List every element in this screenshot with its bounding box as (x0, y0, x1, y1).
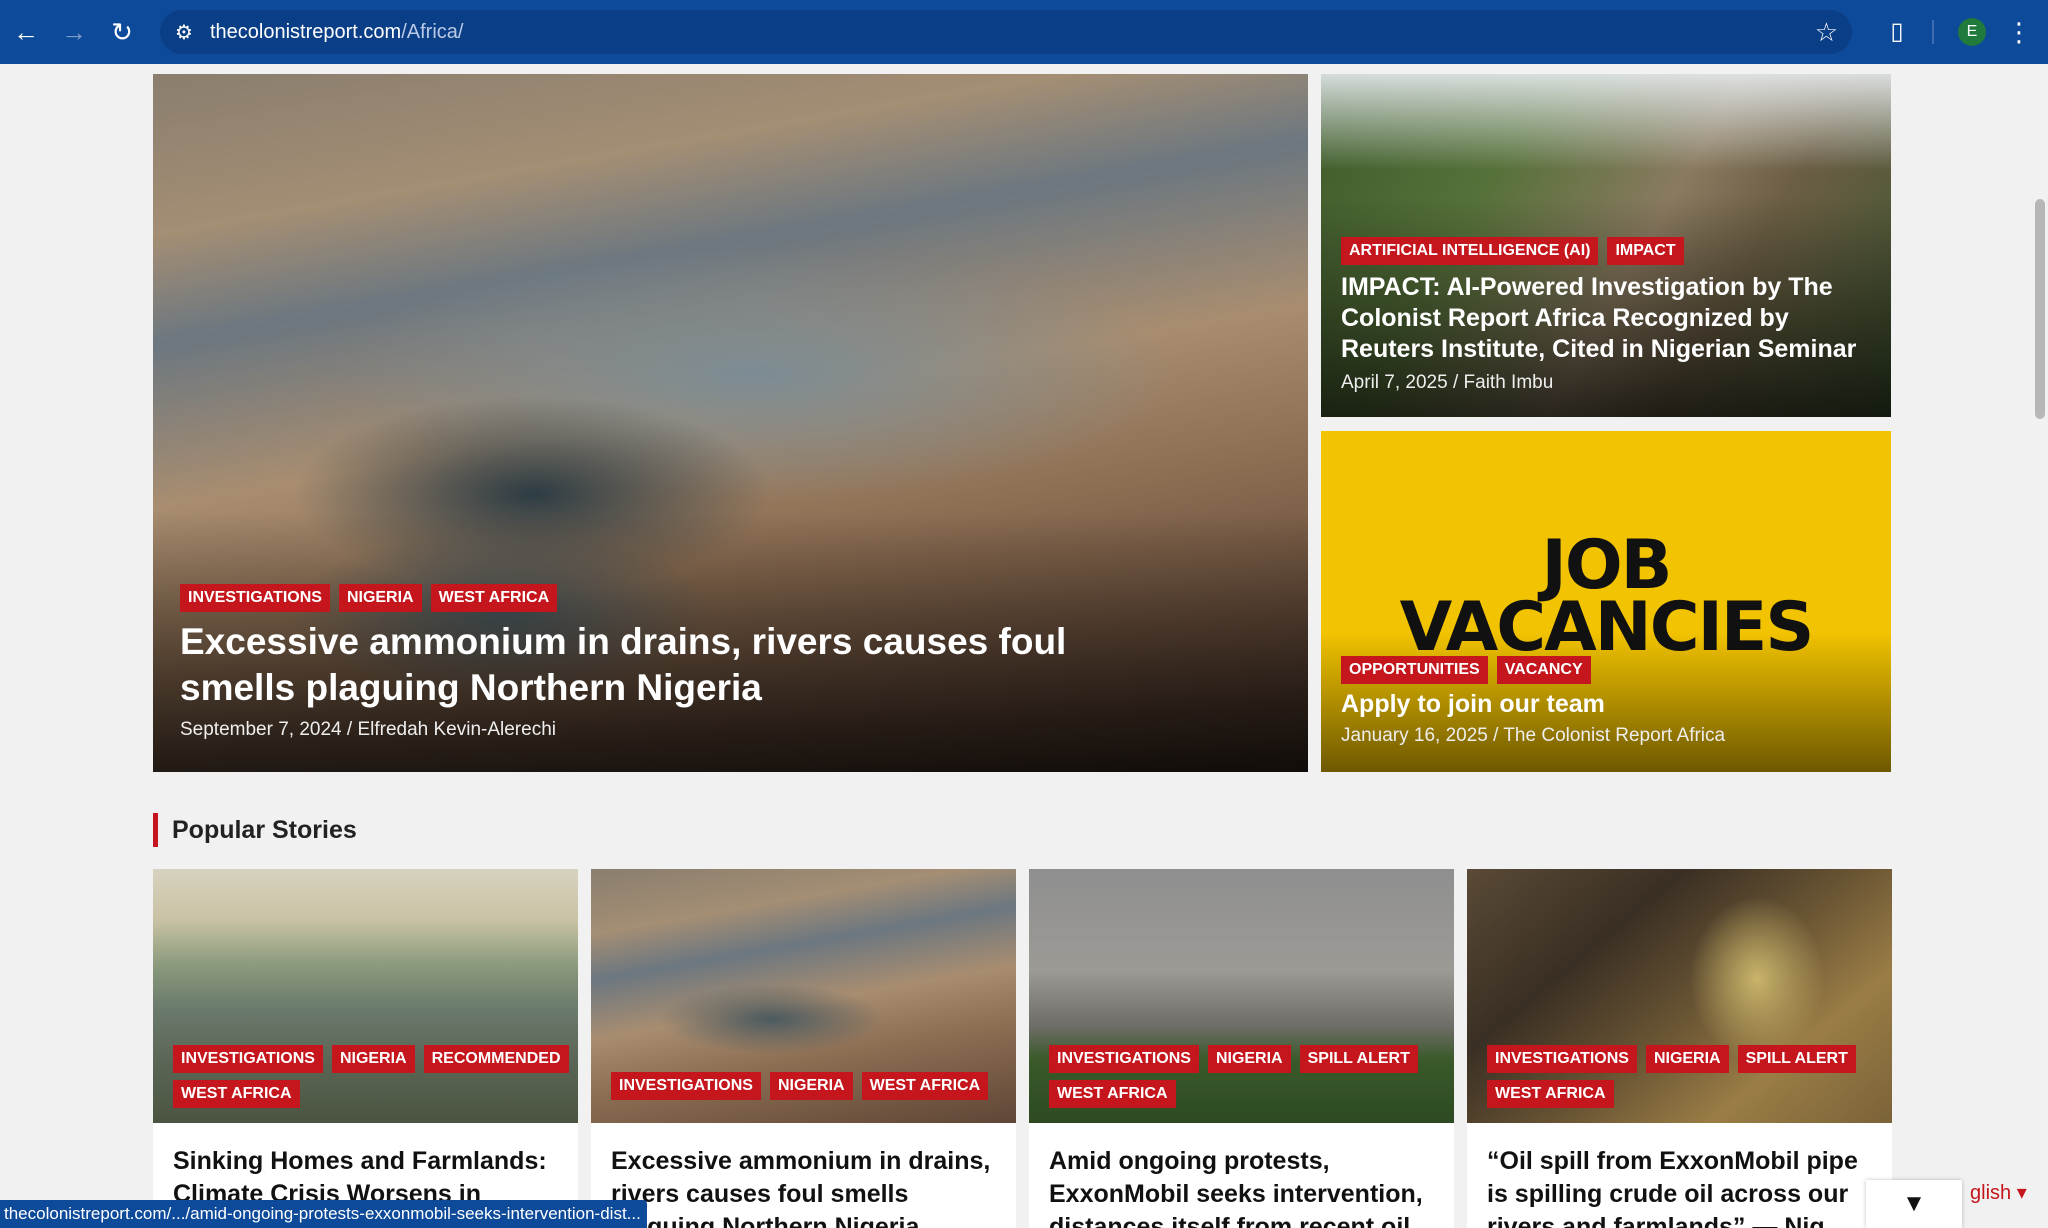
story-card[interactable]: INVESTIGATIONS NIGERIA SPILL ALERT WEST … (1029, 869, 1454, 1228)
category-tag[interactable]: RECOMMENDED (423, 1045, 569, 1073)
category-tag[interactable]: INVESTIGATIONS (1487, 1045, 1637, 1073)
tag-list: OPPORTUNITIES VACANCY (1341, 656, 1591, 684)
link-status-bar: thecolonistreport.com/.../amid-ongoing-p… (0, 1200, 647, 1228)
browser-toolbar: ← → ↻ ⚙ thecolonistreport.com/Africa/ ☆ … (0, 0, 2048, 64)
toolbar-divider (1932, 20, 1934, 44)
category-tag[interactable]: INVESTIGATIONS (180, 584, 330, 612)
story-meta: September 7, 2024 / Elfredah Kevin-Alere… (180, 719, 556, 740)
section-heading: Popular Stories (153, 813, 357, 847)
tag-list: INVESTIGATIONS NIGERIA WEST AFRICA (611, 1072, 1011, 1100)
story-title[interactable]: Amid ongoing protests, ExxonMobil seeks … (1049, 1145, 1444, 1228)
tag-list: ARTIFICIAL INTELLIGENCE (AI) IMPACT (1341, 237, 1684, 265)
story-title[interactable]: Apply to join our team (1341, 689, 1605, 719)
category-tag[interactable]: INVESTIGATIONS (1049, 1045, 1199, 1073)
category-tag[interactable]: SPILL ALERT (1299, 1045, 1418, 1073)
url-path: /Africa/ (401, 21, 464, 43)
address-bar[interactable]: ⚙ thecolonistreport.com/Africa/ ☆ (160, 10, 1852, 54)
story-card[interactable]: INVESTIGATIONS NIGERIA SPILL ALERT WEST … (1467, 869, 1892, 1228)
story-card[interactable]: INVESTIGATIONS NIGERIA WEST AFRICA Exces… (591, 869, 1016, 1228)
category-tag[interactable]: INVESTIGATIONS (611, 1072, 761, 1100)
story-meta: April 7, 2025 / Faith Imbu (1341, 372, 1554, 393)
profile-avatar[interactable]: E (1958, 18, 1986, 46)
category-tag[interactable]: NIGERIA (331, 1045, 415, 1073)
page-scrollbar[interactable] (2032, 64, 2048, 1228)
tag-list: INVESTIGATIONS NIGERIA SPILL ALERT WEST … (1487, 1045, 1887, 1108)
star-icon[interactable]: ☆ (1815, 17, 1838, 48)
category-tag[interactable]: WEST AFRICA (1049, 1080, 1176, 1108)
site-settings-icon[interactable]: ⚙ (170, 18, 198, 46)
story-title[interactable]: Excessive ammonium in drains, rivers cau… (611, 1145, 1006, 1228)
tag-list: INVESTIGATIONS NIGERIA WEST AFRICA (180, 584, 558, 612)
story-meta: January 16, 2025 / The Colonist Report A… (1341, 725, 1726, 746)
url-domain: thecolonistreport.com (210, 21, 402, 43)
category-tag[interactable]: NIGERIA (1207, 1045, 1291, 1073)
tag-list: INVESTIGATIONS NIGERIA SPILL ALERT WEST … (1049, 1045, 1449, 1108)
forward-arrow-icon[interactable]: → (54, 12, 94, 52)
featured-story-job[interactable]: JOB VACANCIES OPPORTUNITIES VACANCY Appl… (1321, 431, 1891, 772)
kebab-menu-icon[interactable]: ⋮ (2004, 14, 2034, 50)
story-title[interactable]: Excessive ammonium in drains, rivers cau… (180, 619, 1180, 711)
category-tag[interactable]: WEST AFRICA (430, 584, 558, 612)
address-url[interactable]: thecolonistreport.com/Africa/ (210, 21, 463, 44)
story-title[interactable]: IMPACT: AI-Powered Investigation by The … (1341, 272, 1871, 365)
category-tag[interactable]: SPILL ALERT (1737, 1045, 1856, 1073)
category-tag[interactable]: OPPORTUNITIES (1341, 656, 1488, 684)
tag-list: INVESTIGATIONS NIGERIA RECOMMENDED WEST … (173, 1045, 573, 1108)
category-tag[interactable]: ARTIFICIAL INTELLIGENCE (AI) (1341, 237, 1599, 265)
category-tag[interactable]: VACANCY (1496, 656, 1591, 684)
category-tag[interactable]: WEST AFRICA (1487, 1080, 1614, 1108)
category-tag[interactable]: WEST AFRICA (861, 1072, 989, 1100)
reload-icon[interactable]: ↻ (102, 12, 142, 52)
category-tag[interactable]: NIGERIA (1645, 1045, 1729, 1073)
category-tag[interactable]: NIGERIA (769, 1072, 853, 1100)
category-tag[interactable]: IMPACT (1607, 237, 1684, 265)
back-arrow-icon[interactable]: ← (6, 12, 46, 52)
featured-story-ai[interactable]: ARTIFICIAL INTELLIGENCE (AI) IMPACT IMPA… (1321, 74, 1891, 417)
category-tag[interactable]: WEST AFRICA (173, 1080, 300, 1108)
scrollbar-thumb[interactable] (2035, 199, 2045, 419)
category-tag[interactable]: NIGERIA (338, 584, 422, 612)
category-tag[interactable]: INVESTIGATIONS (173, 1045, 323, 1073)
puzzle-icon[interactable]: ▯ (1880, 14, 1914, 48)
chevron-down-icon[interactable]: ▼ (1866, 1180, 1962, 1228)
language-selector[interactable]: glish ▾ (1970, 1180, 2027, 1205)
story-card[interactable]: INVESTIGATIONS NIGERIA RECOMMENDED WEST … (153, 869, 578, 1228)
featured-story-main[interactable]: INVESTIGATIONS NIGERIA WEST AFRICA Exces… (153, 74, 1308, 772)
story-title[interactable]: “Oil spill from ExxonMobil pipe is spill… (1487, 1145, 1882, 1228)
